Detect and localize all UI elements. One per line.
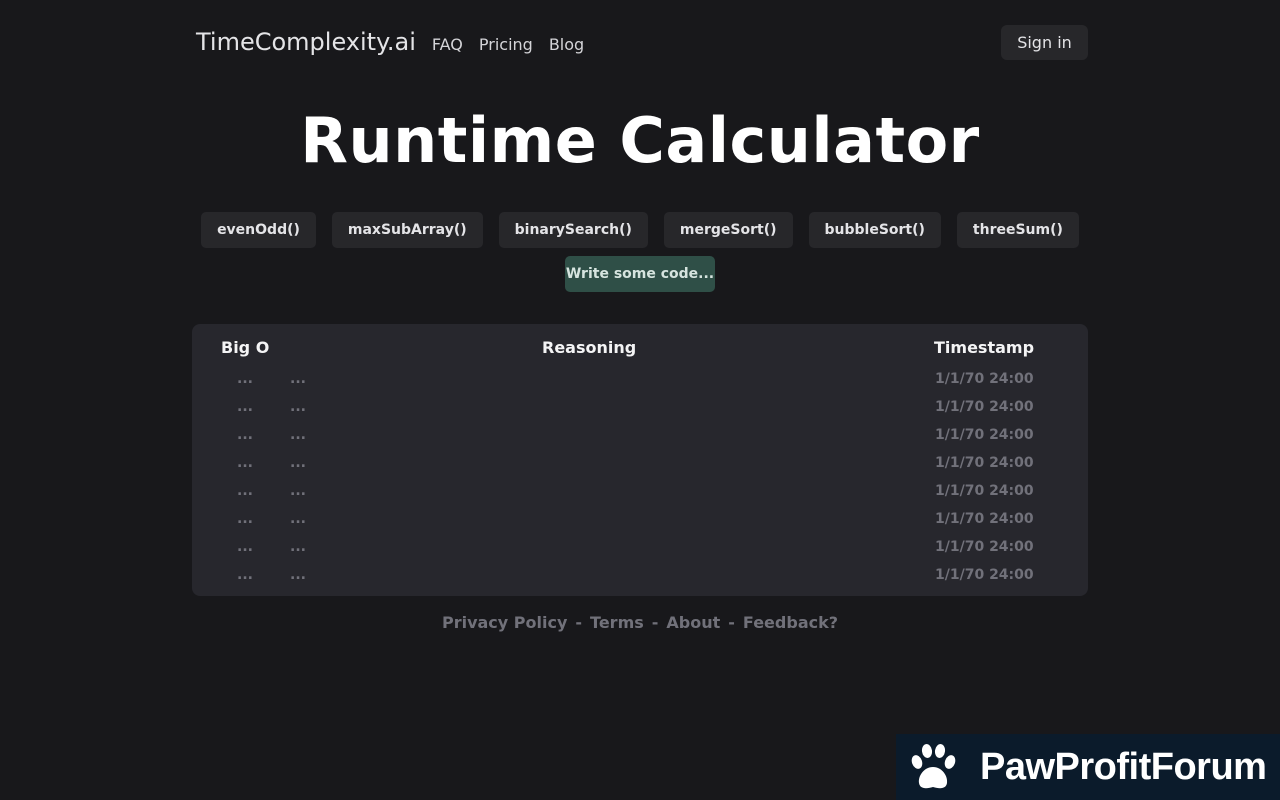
nav-link-blog[interactable]: Blog [549, 35, 584, 54]
footer-separator: - [575, 613, 583, 632]
reasoning-cell: ... [290, 539, 306, 555]
results-table: Big O Reasoning Timestamp ... ... 1/1/70… [192, 324, 1088, 596]
big-o-cell: ... [237, 539, 253, 555]
big-o-cell: ... [237, 567, 253, 583]
big-o-cell: ... [237, 427, 253, 443]
feedback-link[interactable]: Feedback? [743, 613, 838, 632]
timestamp-cell: 1/1/70 24:00 [935, 371, 1034, 387]
write-code-button[interactable]: Write some code... [565, 256, 715, 292]
big-o-cell: ... [237, 399, 253, 415]
column-header-reasoning: Reasoning [542, 338, 637, 357]
sign-in-button[interactable]: Sign in [1001, 24, 1088, 60]
top-nav: TimeComplexity.ai FAQ Pricing Blog Sign … [192, 22, 1088, 62]
nav-link-faq[interactable]: FAQ [432, 35, 463, 54]
table-row[interactable]: ... ... 1/1/70 24:00 [192, 396, 1088, 424]
reasoning-cell: ... [290, 511, 306, 527]
watermark-banner: PawProfitForum [896, 734, 1280, 800]
timestamp-cell: 1/1/70 24:00 [935, 455, 1034, 471]
reasoning-cell: ... [290, 455, 306, 471]
big-o-cell: ... [237, 455, 253, 471]
brand-logo-text[interactable]: TimeComplexity.ai [196, 28, 416, 56]
column-header-big-o: Big O [221, 338, 270, 357]
timestamp-cell: 1/1/70 24:00 [935, 567, 1034, 583]
table-row[interactable]: ... ... 1/1/70 24:00 [192, 452, 1088, 480]
timestamp-cell: 1/1/70 24:00 [935, 427, 1034, 443]
example-bubblesort-button[interactable]: bubbleSort() [808, 212, 941, 248]
reasoning-cell: ... [290, 427, 306, 443]
privacy-policy-link[interactable]: Privacy Policy [442, 613, 567, 632]
table-row[interactable]: ... ... 1/1/70 24:00 [192, 480, 1088, 508]
terms-link[interactable]: Terms [590, 613, 644, 632]
example-binarysearch-button[interactable]: binarySearch() [498, 212, 648, 248]
nav-links: FAQ Pricing Blog [432, 35, 584, 54]
table-row[interactable]: ... ... 1/1/70 24:00 [192, 424, 1088, 452]
timestamp-cell: 1/1/70 24:00 [935, 399, 1034, 415]
reasoning-cell: ... [290, 483, 306, 499]
watermark-text: PawProfitForum [980, 745, 1267, 788]
big-o-cell: ... [237, 371, 253, 387]
table-row[interactable]: ... ... 1/1/70 24:00 [192, 536, 1088, 564]
example-mergesort-button[interactable]: mergeSort() [663, 212, 793, 248]
paw-icon [911, 744, 956, 789]
big-o-cell: ... [237, 511, 253, 527]
timestamp-cell: 1/1/70 24:00 [935, 539, 1034, 555]
example-maxsubarray-button[interactable]: maxSubArray() [331, 212, 483, 248]
timestamp-cell: 1/1/70 24:00 [935, 483, 1034, 499]
footer-separator: - [728, 613, 735, 632]
reasoning-cell: ... [290, 567, 306, 583]
example-evenodd-button[interactable]: evenOdd() [201, 212, 316, 248]
big-o-cell: ... [237, 483, 253, 499]
footer-links: Privacy Policy - Terms - About - Feedbac… [0, 613, 1280, 632]
table-row[interactable]: ... ... 1/1/70 24:00 [192, 508, 1088, 536]
timestamp-cell: 1/1/70 24:00 [935, 511, 1034, 527]
footer-separator: - [651, 613, 659, 632]
page-title: Runtime Calculator [300, 104, 980, 177]
about-link[interactable]: About [666, 613, 720, 632]
column-header-timestamp: Timestamp [934, 338, 1035, 357]
example-buttons: evenOdd() maxSubArray() binarySearch() m… [0, 212, 1280, 248]
table-body: ... ... 1/1/70 24:00 ... ... 1/1/70 24:0… [192, 368, 1088, 592]
table-row[interactable]: ... ... 1/1/70 24:00 [192, 564, 1088, 592]
reasoning-cell: ... [290, 371, 306, 387]
reasoning-cell: ... [290, 399, 306, 415]
example-threesum-button[interactable]: threeSum() [956, 212, 1079, 248]
table-row[interactable]: ... ... 1/1/70 24:00 [192, 368, 1088, 396]
nav-link-pricing[interactable]: Pricing [479, 35, 533, 54]
